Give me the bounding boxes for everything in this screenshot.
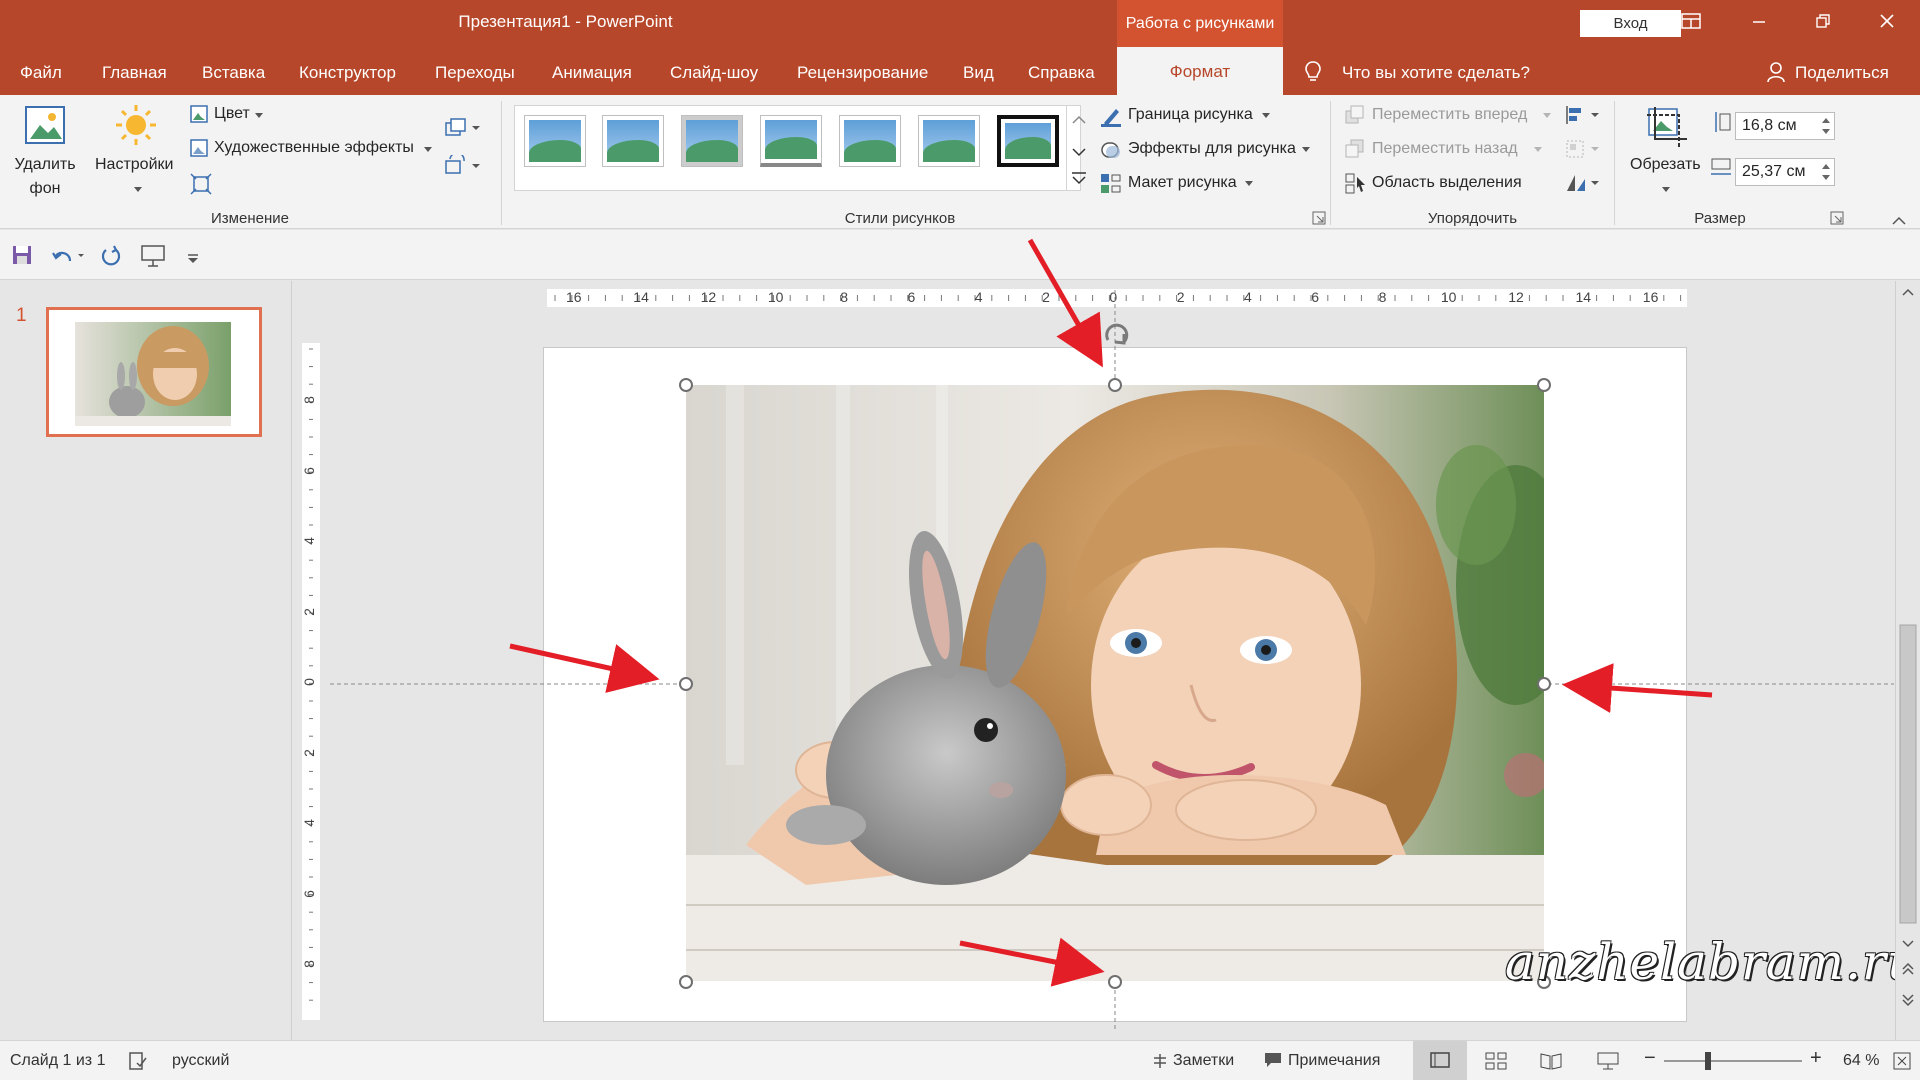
- arrow-to-bottom-handle: [959, 937, 1105, 987]
- watermark-text: anzhelabram.ru: [1505, 933, 1920, 991]
- notes-icon[interactable]: [1152, 1053, 1168, 1074]
- status-bar: Слайд 1 из 1 русский Заметки Примечания …: [0, 1040, 1920, 1080]
- notes-button[interactable]: Заметки: [1173, 1052, 1234, 1070]
- vertical-scrollbar[interactable]: [1895, 281, 1920, 1040]
- zoom-out-icon[interactable]: −: [1644, 1047, 1656, 1070]
- slideshow-view-icon[interactable]: [1597, 1052, 1619, 1075]
- arrow-to-right-handle: [1562, 663, 1713, 714]
- arrow-to-left-handle: [509, 643, 660, 693]
- annotation-arrows: [509, 238, 1713, 987]
- zoom-level[interactable]: 64 %: [1843, 1052, 1879, 1070]
- zoom-slider-thumb[interactable]: [1705, 1052, 1711, 1070]
- language-indicator[interactable]: русский: [172, 1052, 229, 1070]
- slide-count: Слайд 1 из 1: [10, 1052, 106, 1069]
- slide-sorter-icon[interactable]: [1485, 1052, 1507, 1075]
- spelling-check-icon[interactable]: [128, 1051, 148, 1076]
- fit-to-window-icon[interactable]: [1893, 1052, 1911, 1075]
- arrow-to-top-handle: [1027, 238, 1103, 368]
- comments-button[interactable]: Примечания: [1288, 1052, 1380, 1070]
- zoom-slider[interactable]: [1664, 1060, 1802, 1062]
- normal-view-button[interactable]: [1413, 1041, 1467, 1080]
- comments-icon[interactable]: [1264, 1052, 1282, 1073]
- reading-view-icon[interactable]: [1540, 1052, 1562, 1075]
- zoom-in-icon[interactable]: +: [1810, 1047, 1822, 1070]
